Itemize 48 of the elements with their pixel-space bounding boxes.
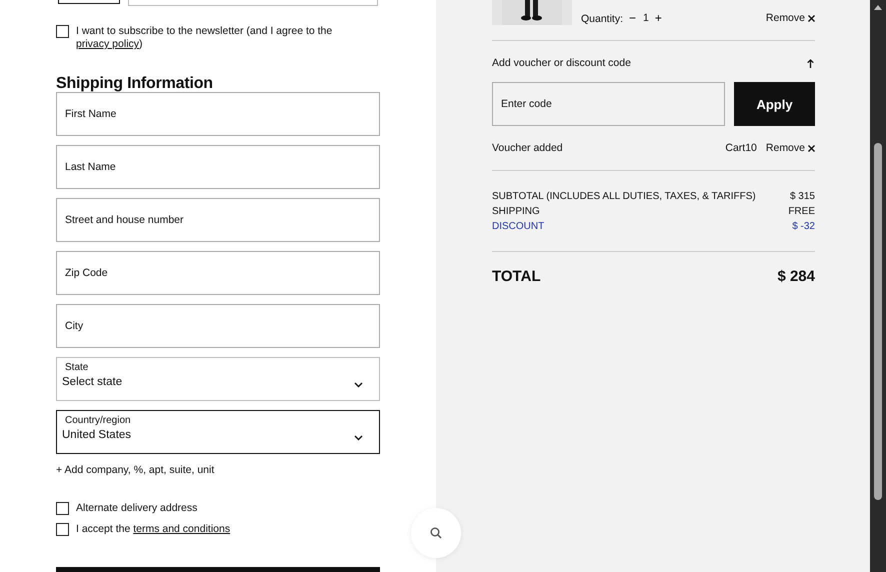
close-icon [808, 15, 815, 22]
summary-value: $ 315 [790, 191, 815, 202]
search-icon [430, 527, 442, 539]
checkbox[interactable] [56, 25, 69, 38]
field-label: Country/region [65, 415, 132, 426]
summary-label: DISCOUNT [492, 221, 544, 232]
scroll-up-icon[interactable] [874, 5, 882, 10]
input-field[interactable]: City [56, 304, 380, 348]
voucher-toggle[interactable]: Add voucher or discount code [492, 57, 631, 69]
chevron-down-icon [354, 435, 363, 441]
chevron-down-icon [354, 382, 363, 388]
input-field[interactable]: First Name [56, 92, 380, 136]
summary-label: SHIPPING [492, 206, 540, 217]
input-field[interactable]: Last Name [56, 145, 380, 189]
scrollbar[interactable] [870, 0, 886, 572]
dropdown-select[interactable]: Country/region United States [56, 410, 380, 454]
select-value: Select state [62, 376, 122, 388]
summary-value: $ -32 [792, 221, 815, 232]
close-icon [808, 144, 815, 152]
checkbox[interactable] [56, 523, 69, 536]
terms-link[interactable]: terms and conditions [133, 523, 230, 535]
scrollbar-thumb[interactable] [874, 143, 882, 500]
total-label: TOTAL [492, 268, 541, 285]
remove-link[interactable]: Remove [766, 12, 805, 24]
select-value: United States [62, 429, 132, 441]
checkbox-label: I accept the terms and conditions [76, 523, 230, 536]
field-label: State [65, 362, 90, 373]
voucher-status-text: Voucher added [492, 142, 563, 154]
checkbox[interactable] [56, 502, 69, 515]
apply-button[interactable]: Apply [734, 82, 815, 126]
decrease-button[interactable]: − [629, 11, 636, 25]
input-field[interactable]: Street and house number [56, 198, 380, 242]
input-field[interactable]: Zip Code [56, 251, 380, 295]
remove-link[interactable]: Remove [766, 142, 805, 154]
increase-button[interactable]: + [654, 11, 662, 25]
total-value: $ 284 [777, 268, 815, 285]
section-heading: Shipping Information [56, 75, 214, 93]
privacy-policy-link[interactable]: privacy policy [76, 38, 140, 50]
newsletter-consent-text: I want to subscribe to the newsletter (and I agree to the privacy policy) [76, 25, 334, 51]
checkbox-label: Alternate delivery address [76, 502, 198, 515]
dropdown-select[interactable]: State Select state [56, 357, 380, 401]
add-address-line-link[interactable]: + Add company, %, apt, suite, unit [56, 464, 214, 476]
quantity-label: Quantity: [581, 13, 624, 25]
voucher-code: Cart10 [725, 142, 757, 154]
summary-value: FREE [788, 206, 815, 217]
voucher-code-field[interactable]: Enter code [492, 82, 725, 126]
quantity-value: 1 [643, 12, 649, 24]
summary-label: SUBTOTAL (INCLUDES ALL DUTIES, TAXES, & TARIFFS) [492, 191, 756, 202]
